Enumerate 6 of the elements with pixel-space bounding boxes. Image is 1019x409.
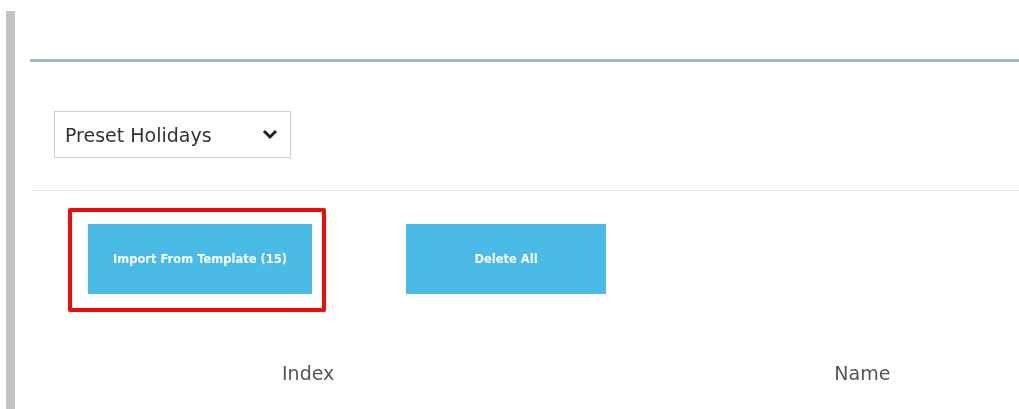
chevron-down-icon: [262, 129, 278, 140]
preset-select[interactable]: Preset Holidays: [54, 111, 291, 158]
action-button[interactable]: Import From Template (15): [88, 224, 312, 294]
column-header: Index: [282, 362, 335, 384]
column-header: Name: [834, 362, 891, 384]
action-button[interactable]: Delete All: [406, 224, 606, 294]
